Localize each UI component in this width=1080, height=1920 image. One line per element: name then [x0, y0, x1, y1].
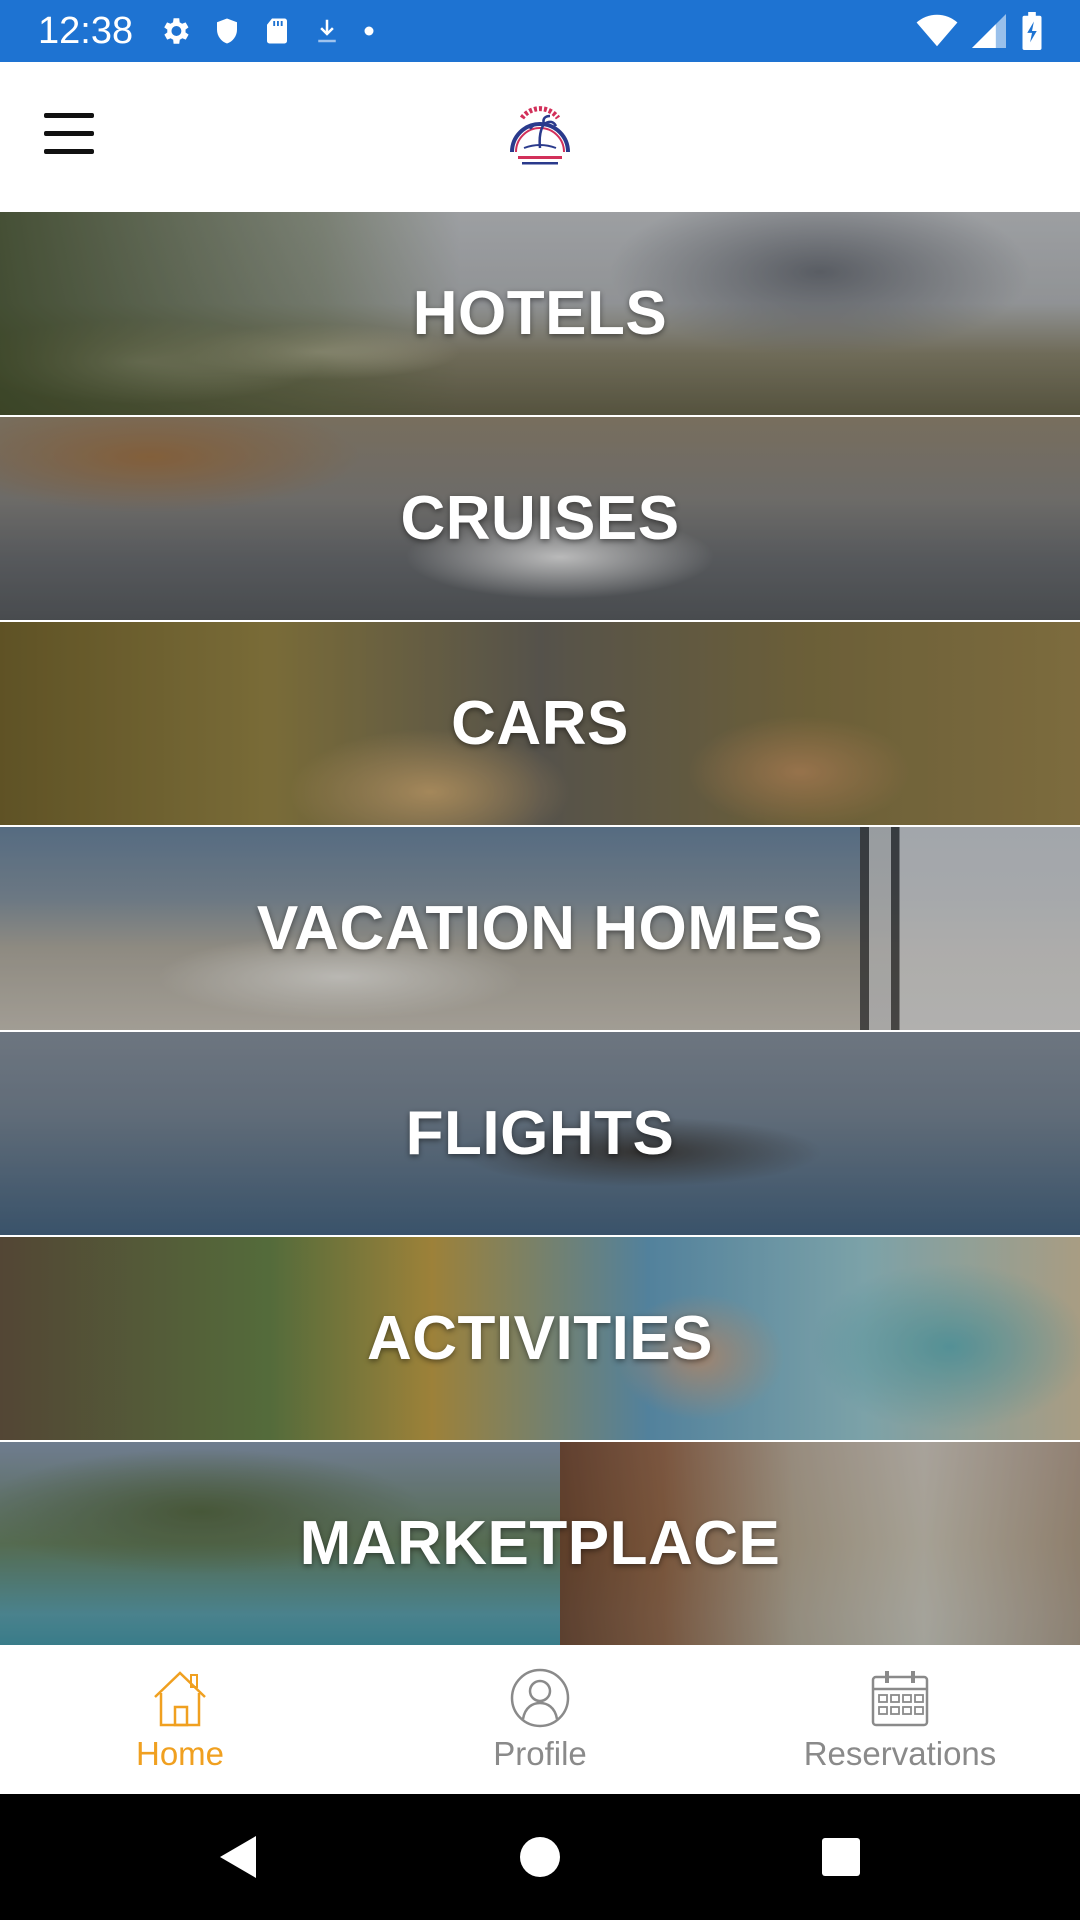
battery-charging-icon	[1022, 12, 1042, 50]
category-label: HOTELS	[412, 279, 668, 348]
category-tile-flights[interactable]: FLIGHTS	[0, 1032, 1080, 1237]
category-tile-cars[interactable]: CARS	[0, 622, 1080, 827]
app-bar	[0, 62, 1080, 212]
hamburger-menu-icon[interactable]	[44, 113, 100, 159]
dot-icon	[364, 26, 374, 36]
nav-label-reservations: Reservations	[803, 1735, 997, 1772]
system-navigation-bar	[0, 1794, 1080, 1920]
status-time: 12:38	[38, 10, 134, 52]
recents-icon[interactable]	[816, 1832, 866, 1882]
nav-label-profile: Profile	[493, 1735, 587, 1772]
back-icon[interactable]	[214, 1832, 264, 1882]
category-tile-hotels[interactable]: HOTELS	[0, 212, 1080, 417]
category-tile-activities[interactable]: ACTIVITIES	[0, 1237, 1080, 1442]
category-label: VACATION HOMES	[256, 894, 824, 963]
travel-logo	[510, 106, 570, 165]
download-icon	[318, 19, 336, 43]
profile-icon	[510, 1668, 570, 1728]
category-tile-vacation-homes[interactable]: VACATION HOMES	[0, 827, 1080, 1032]
category-label: CRUISES	[400, 484, 680, 553]
home-icon	[154, 1671, 206, 1727]
nav-item-reservations[interactable]: Reservations	[720, 1646, 1080, 1794]
shield-icon	[217, 18, 237, 44]
status-icons-right	[916, 12, 1044, 50]
nav-item-profile[interactable]: Profile	[360, 1646, 720, 1794]
nav-label-home: Home	[135, 1735, 225, 1772]
sd-card-icon	[267, 18, 287, 44]
category-label: FLIGHTS	[405, 1099, 675, 1168]
category-list: HOTELS CRUISES CARS VACATION HOMES FLIGH…	[0, 212, 1080, 1645]
status-bar: 12:38	[0, 0, 1080, 62]
category-label: CARS	[451, 689, 629, 758]
bottom-navigation: Home Profile Reservations	[0, 1646, 1080, 1794]
category-label: MARKETPLACE	[299, 1509, 781, 1578]
nav-item-home[interactable]: Home	[0, 1646, 360, 1794]
status-icons-left	[158, 12, 376, 50]
wifi-icon	[916, 14, 958, 47]
calendar-icon	[871, 1671, 929, 1727]
home-circle-icon[interactable]	[515, 1832, 565, 1882]
category-tile-cruises[interactable]: CRUISES	[0, 417, 1080, 622]
signal-icon	[972, 14, 1006, 48]
settings-icon	[164, 18, 189, 44]
category-tile-marketplace[interactable]: MARKETPLACE	[0, 1442, 1080, 1645]
category-label: ACTIVITIES	[366, 1304, 714, 1373]
